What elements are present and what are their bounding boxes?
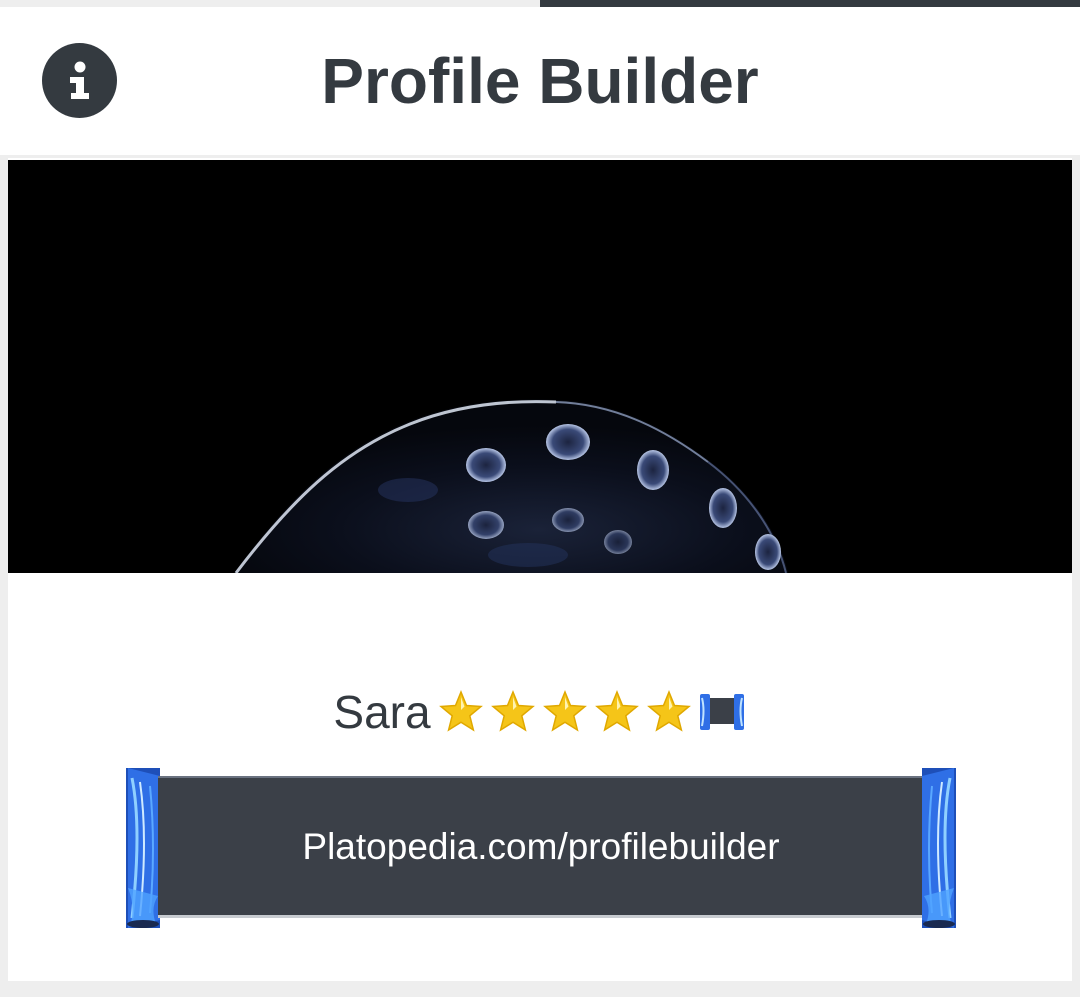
scroll-right-flame-icon	[922, 768, 956, 928]
star-icon	[646, 690, 691, 732]
profile-card: Sara Platopedia.com/profilebuilder	[8, 158, 1072, 981]
star-icon	[542, 690, 587, 732]
star-icon	[438, 690, 483, 732]
profile-scroll: Platopedia.com/profilebuilder	[116, 768, 966, 928]
profile-name-row: Sara	[8, 682, 1072, 742]
progress-bar-fill	[540, 0, 1080, 7]
page-title: Profile Builder	[321, 45, 759, 117]
header: Profile Builder	[0, 7, 1080, 155]
rating-stars	[437, 688, 697, 736]
space-rock-image	[234, 399, 788, 573]
scroll-icon	[699, 694, 744, 730]
banner-image	[8, 160, 1072, 573]
progress-bar	[0, 0, 1080, 7]
profile-builder-link[interactable]: Platopedia.com/profilebuilder	[158, 776, 924, 918]
profile-name: Sara	[333, 686, 431, 738]
star-icon	[594, 690, 639, 732]
star-icon	[490, 690, 535, 732]
profile-frame: Sara Platopedia.com/profilebuilder	[0, 155, 1080, 997]
